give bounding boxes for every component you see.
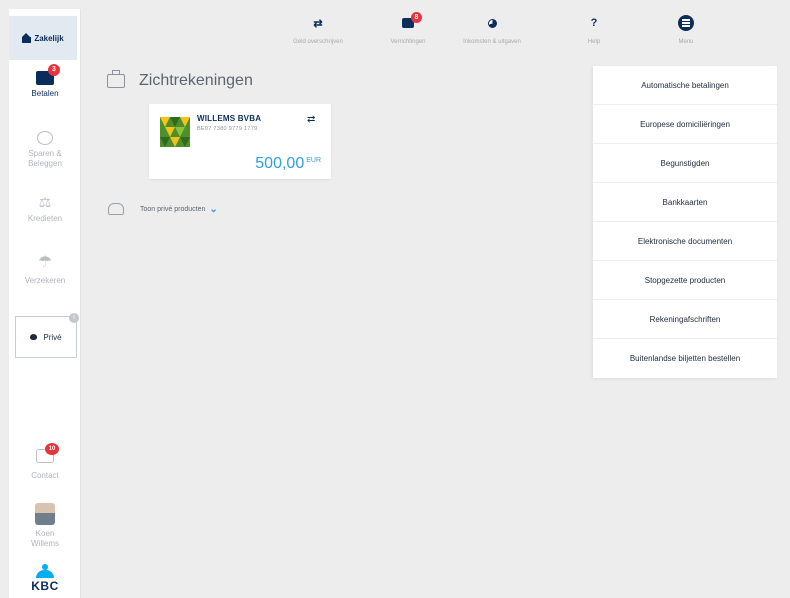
toggle-private-products-label: Toon privé producten	[140, 205, 206, 213]
menu-item-stopgezette-producten[interactable]: Stopgezette producten	[593, 261, 777, 300]
section-header: Zichtrekeningen	[107, 70, 253, 90]
toolbar-label: Geld overschrijven	[293, 39, 343, 45]
notification-badge: 8	[411, 12, 422, 23]
transfer-icon[interactable]: ⇄	[307, 114, 315, 125]
pie-chart-icon	[487, 13, 497, 33]
sidebar-item-contact[interactable]: 10 Contact	[9, 443, 81, 481]
company-logo-graphic	[160, 117, 190, 147]
toolbar-menu[interactable]: Menu	[646, 13, 726, 45]
toolbar-verrichtingen[interactable]: 8 Verrichtingen	[368, 12, 448, 45]
sidebar-item-sparen-beleggen[interactable]: Sparen & Beleggen	[9, 131, 81, 169]
sidebar-item-kredieten[interactable]: ⚖ Kredieten	[9, 194, 81, 224]
toolbar-help[interactable]: ? Help	[554, 13, 634, 45]
prive-label: Privé	[43, 332, 62, 342]
toolbar-inkomsten-uitgaven[interactable]: Inkomsten & uitgaven	[452, 13, 532, 45]
sidebar-item-betalen[interactable]: 3 Betalen	[9, 64, 81, 99]
sidebar-item-profile[interactable]: Koen Willems	[9, 503, 81, 549]
sidebar-tab-label: Zakelijk	[34, 33, 64, 43]
menu-item-automatische-betalingen[interactable]: Automatische betalingen	[593, 66, 777, 105]
toolbar-label: Inkomsten & uitgaven	[463, 39, 521, 45]
sidebar-item-label: Contact	[31, 471, 59, 480]
toolbar-label: Menu	[678, 39, 694, 45]
sidebar-item-label: Sparen & Beleggen	[28, 149, 62, 168]
account-card[interactable]: WILLEMS BVBA BE07 7380 9779 1779 ⇄ 500,0…	[149, 104, 331, 179]
kbc-logo: KBC	[23, 564, 67, 593]
avatar	[35, 503, 55, 525]
page-title: Zichtrekeningen	[139, 72, 253, 89]
notification-badge: 3	[48, 64, 60, 76]
wallet-icon: 3	[36, 64, 60, 85]
menu-item-elektronische-documenten[interactable]: Elektronische documenten	[593, 222, 777, 261]
toolbar-geld-overschrijven[interactable]: ⇄ Geld overschrijven	[278, 13, 358, 46]
toolbar-label: Verrichtingen	[390, 39, 426, 45]
sidebar-item-label: Kredieten	[27, 214, 63, 223]
chat-icon: 10	[36, 443, 59, 463]
piggy-bank-icon	[37, 131, 53, 145]
toolbar-label: Help	[587, 39, 601, 45]
sidebar-item-label: Verzekeren	[24, 276, 66, 285]
menu-item-europese-domicilieringen[interactable]: Europese domiciliëringen	[593, 105, 777, 144]
user-name: Koen Willems	[31, 529, 59, 548]
home-icon	[22, 32, 32, 43]
sidebar-tab-zakelijk[interactable]: Zakelijk	[9, 16, 77, 60]
toggle-private-products-link[interactable]: Toon privé producten ⌄	[140, 203, 218, 215]
kbc-logo-mark	[32, 564, 58, 578]
piggy-icon	[30, 334, 38, 340]
notification-badge: 10	[45, 443, 59, 455]
balance-currency: EUR	[306, 157, 321, 164]
menu-item-rekeningafschriften[interactable]: Rekeningafschriften	[593, 300, 777, 339]
account-iban: BE07 7380 9779 1779	[197, 126, 258, 132]
private-products-row: Toon privé producten ⌄	[108, 203, 218, 215]
sidebar-item-label: Betalen	[31, 89, 59, 98]
menu-item-bankkaarten[interactable]: Bankkaarten	[593, 183, 777, 222]
sofa-icon	[108, 203, 124, 215]
menu-item-buitenlandse-biljetten[interactable]: Buitenlandse biljetten bestellen	[593, 339, 777, 378]
menu-item-begunstigden[interactable]: Begunstigden	[593, 144, 777, 183]
menu-icon	[678, 13, 694, 33]
menu-dropdown: Automatische betalingen Europese domicil…	[593, 66, 777, 378]
sidebar-item-verzekeren[interactable]: ☂ Verzekeren	[9, 254, 81, 286]
account-holder-name: WILLEMS BVBA	[197, 114, 262, 123]
sidebar: Zakelijk 3 Betalen Sparen & Beleggen ⚖ K…	[9, 9, 81, 598]
inbox-icon: 8	[402, 12, 422, 33]
balance-amount: 500,00	[255, 155, 305, 172]
prive-switch-button[interactable]: Privé i	[15, 313, 79, 358]
company-logo	[160, 117, 190, 147]
kbc-logo-text: KBC	[31, 579, 59, 593]
top-toolbar: ⇄ Geld overschrijven 8 Verrichtingen Ink…	[82, 9, 790, 57]
umbrella-icon: ☂	[37, 254, 53, 271]
coins-icon: ⚖	[38, 194, 52, 210]
account-balance: 500,00 EUR	[255, 155, 321, 173]
transfer-icon: ⇄	[313, 17, 323, 30]
briefcase-icon	[107, 70, 125, 88]
info-icon[interactable]: i	[69, 313, 79, 323]
help-icon: ?	[590, 17, 598, 29]
chevron-down-icon: ⌄	[209, 203, 218, 215]
